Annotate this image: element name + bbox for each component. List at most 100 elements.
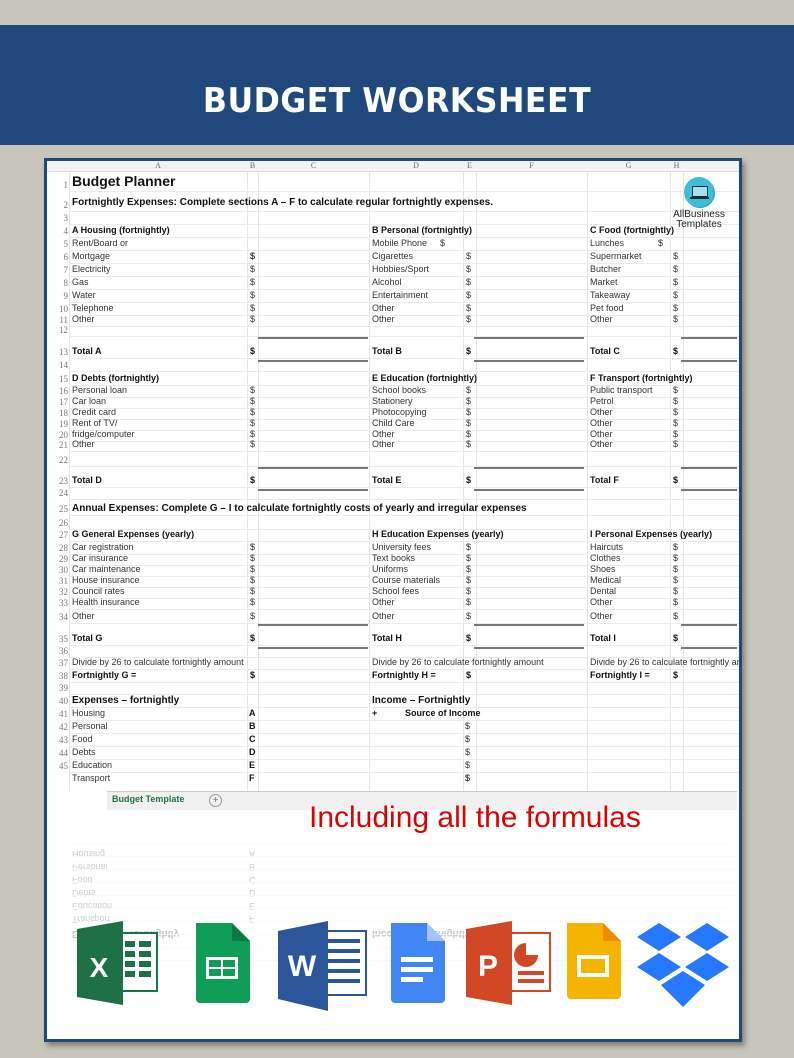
divide-note-h: Divide by 26 to calculate fortnightly am… bbox=[372, 657, 544, 667]
section-i-title: I Personal Expenses (yearly) bbox=[590, 529, 713, 539]
row-number[interactable]: 34 bbox=[52, 612, 68, 622]
row-number[interactable]: 29 bbox=[52, 554, 68, 564]
row-number[interactable]: 44 bbox=[52, 748, 68, 758]
row-number[interactable]: 13 bbox=[52, 347, 68, 357]
row-number[interactable]: 31 bbox=[52, 576, 68, 586]
section-g-item: House insurance bbox=[72, 575, 140, 585]
section-h-title: H Education Expenses (yearly) bbox=[372, 529, 504, 539]
total-input-c[interactable] bbox=[681, 339, 737, 360]
section-c-item: Pet food bbox=[590, 303, 624, 313]
row-number[interactable]: 17 bbox=[52, 397, 68, 407]
section-i-item: Other bbox=[590, 611, 613, 621]
section-h-item: School fees bbox=[372, 586, 420, 596]
section-a-item: Electricity bbox=[72, 264, 111, 274]
total-input-e[interactable] bbox=[474, 469, 584, 489]
currency-sign: $ bbox=[673, 314, 679, 324]
row-number[interactable]: 9 bbox=[52, 291, 69, 301]
column-header-e[interactable]: E bbox=[463, 161, 476, 171]
section-e-item: Stationery bbox=[372, 396, 413, 406]
reflection-gridline bbox=[69, 908, 739, 909]
total-input-d[interactable] bbox=[258, 469, 368, 489]
row-number[interactable]: 21 bbox=[52, 440, 68, 450]
row-number[interactable]: 11 bbox=[52, 315, 68, 325]
row-number[interactable]: 20 bbox=[52, 430, 68, 440]
grid-hline bbox=[69, 682, 739, 683]
row-number[interactable]: 40 bbox=[52, 696, 68, 706]
section-f-item: Public transport bbox=[590, 385, 653, 395]
currency-sign: $ bbox=[440, 238, 446, 248]
currency-sign: $ bbox=[250, 575, 256, 585]
grid-vline bbox=[69, 171, 70, 791]
section-e-item: Other bbox=[372, 439, 395, 449]
reflection-label: Food bbox=[72, 875, 93, 885]
row-number[interactable]: 25 bbox=[52, 504, 68, 514]
currency-sign: $ bbox=[466, 277, 472, 287]
row-number[interactable]: 32 bbox=[52, 587, 68, 597]
row-number[interactable]: 4 bbox=[52, 226, 69, 236]
total-input-f[interactable] bbox=[681, 469, 737, 489]
row-number[interactable]: 38 bbox=[52, 671, 68, 681]
section-h-item: Text books bbox=[372, 553, 416, 563]
expense-summary-code: E bbox=[249, 760, 256, 770]
row-number[interactable]: 7 bbox=[52, 265, 69, 275]
column-header-b[interactable]: B bbox=[247, 161, 258, 171]
column-header-f[interactable]: F bbox=[476, 161, 587, 171]
row-number[interactable]: 19 bbox=[52, 419, 68, 429]
row-number[interactable]: 24 bbox=[52, 488, 68, 498]
column-header-h[interactable]: H bbox=[670, 161, 683, 171]
row-number[interactable]: 36 bbox=[52, 646, 68, 656]
row-number[interactable]: 16 bbox=[52, 386, 68, 396]
add-sheet-button[interactable]: + bbox=[209, 794, 222, 807]
row-number[interactable]: 27 bbox=[52, 530, 68, 540]
row-number[interactable]: 1 bbox=[52, 180, 69, 190]
annual-heading: Annual Expenses: Complete G – I to calcu… bbox=[72, 503, 527, 514]
row-number[interactable]: 33 bbox=[52, 598, 68, 608]
logo-text-2: Templates bbox=[676, 219, 722, 230]
total-input-i[interactable] bbox=[681, 626, 737, 647]
row-number[interactable]: 23 bbox=[52, 476, 68, 486]
section-e-item: School books bbox=[372, 385, 427, 395]
row-number[interactable]: 15 bbox=[52, 374, 68, 384]
column-header-g[interactable]: G bbox=[587, 161, 670, 171]
row-number[interactable]: 26 bbox=[52, 518, 68, 528]
row-number[interactable]: 5 bbox=[52, 239, 69, 249]
row-number[interactable]: 41 bbox=[52, 709, 68, 719]
row-number[interactable]: 43 bbox=[52, 735, 68, 745]
column-header-d[interactable]: D bbox=[369, 161, 463, 171]
row-number[interactable]: 12 bbox=[52, 325, 68, 335]
row-number[interactable]: 37 bbox=[52, 658, 68, 668]
total-input-g[interactable] bbox=[258, 626, 368, 647]
row-number[interactable]: 10 bbox=[52, 304, 68, 314]
section-i-item: Shoes bbox=[590, 564, 616, 574]
row-number[interactable]: 35 bbox=[52, 634, 68, 644]
row-number[interactable]: 28 bbox=[52, 543, 68, 553]
currency-sign: $ bbox=[466, 396, 472, 406]
row-number[interactable]: 2 bbox=[52, 200, 69, 210]
tab-budget-template[interactable]: Budget Template bbox=[112, 794, 184, 804]
fortnightly-currency-sign: $ bbox=[466, 670, 472, 680]
row-number[interactable]: 30 bbox=[52, 565, 68, 575]
row-number[interactable]: 3 bbox=[52, 213, 69, 223]
section-a-total: Total A bbox=[72, 346, 102, 356]
row-number[interactable]: 8 bbox=[52, 278, 69, 288]
grid-vline bbox=[247, 171, 248, 791]
row-number[interactable]: 22 bbox=[52, 455, 68, 465]
currency-sign: $ bbox=[658, 238, 664, 248]
column-header-c[interactable]: C bbox=[258, 161, 369, 171]
row-number[interactable]: 18 bbox=[52, 408, 68, 418]
currency-sign: $ bbox=[250, 303, 256, 313]
total-input-h[interactable] bbox=[474, 626, 584, 647]
grid-hline bbox=[69, 371, 739, 372]
total-input-a[interactable] bbox=[258, 339, 368, 360]
row-number[interactable]: 39 bbox=[52, 683, 68, 693]
total-input-b[interactable] bbox=[474, 339, 584, 360]
grid-hline bbox=[69, 720, 739, 721]
column-header-a[interactable]: A bbox=[69, 161, 247, 171]
row-number[interactable]: 6 bbox=[52, 252, 69, 262]
row-number[interactable]: 45 bbox=[52, 761, 68, 771]
grid-hline bbox=[69, 499, 739, 500]
section-b-item: Mobile Phone bbox=[372, 238, 428, 248]
reflection-gridline bbox=[69, 869, 739, 870]
row-number[interactable]: 14 bbox=[52, 360, 68, 370]
row-number[interactable]: 42 bbox=[52, 722, 68, 732]
